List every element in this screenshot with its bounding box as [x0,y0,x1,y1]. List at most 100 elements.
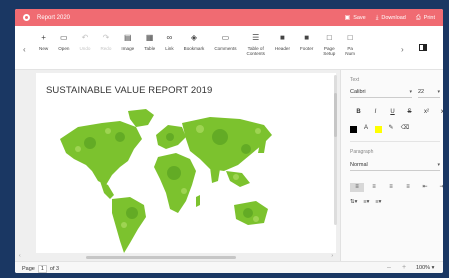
footer-label: Footer [300,46,314,51]
undo-label: Undo [79,46,91,51]
horizontal-scrollbar[interactable]: ‹ › [19,253,333,259]
page-number-input[interactable]: 1 [37,265,47,273]
panel-divider [350,141,440,142]
save-label: Save [353,14,366,21]
world-map-image [60,109,272,253]
chevron-right-icon[interactable]: › [401,46,404,54]
print-label: Print [423,14,435,21]
underline-icon[interactable]: U [384,108,401,117]
scroll-right-icon[interactable]: › [331,253,333,259]
page-setup-label: Page Setup [323,46,336,56]
chevron-down-icon: ▾ [409,89,412,95]
redo-icon: ↷ [102,33,110,42]
scroll-left-icon[interactable]: ‹ [19,253,21,259]
new-label: New [39,46,49,51]
color-buttons: A ✎ ⌫ [350,124,410,133]
toc-label: Table of Contents [246,46,265,56]
image-icon: ▤ [124,33,132,42]
footer-button[interactable]: ■ Footer [300,33,313,56]
document-heading: SUSTAINABLE VALUE REPORT 2019 [46,85,213,96]
font-size-select[interactable]: 22 ▾ [418,88,440,98]
download-button[interactable]: ⤓ Download [376,15,406,21]
paragraph-style-value: Normal [350,162,368,168]
redo-button[interactable]: ↷ Redo [100,33,111,56]
numbered-list-icon[interactable]: ≡▾ [375,199,381,205]
bookmark-button[interactable]: ◈ Bookmark [184,33,205,56]
link-button[interactable]: ∞ Link [165,33,173,56]
image-label: Image [121,46,135,51]
highlight-color-swatch[interactable] [375,125,382,133]
align-justify-icon[interactable]: ≡ [401,183,415,192]
subscript-icon[interactable]: x₂ [435,108,443,117]
page-label: Page [22,266,35,272]
zoom-out-icon[interactable]: – [387,264,391,271]
indent-decrease-icon[interactable]: ⇤ [418,183,432,192]
superscript-icon[interactable]: x² [418,108,435,117]
align-right-icon[interactable]: ≡ [384,183,398,192]
table-of-contents-button[interactable]: ☰ Table of Contents [247,33,265,56]
bookmark-label: Bookmark [183,46,205,51]
header-label: Header [274,46,290,51]
open-button[interactable]: ▭ Open [58,33,69,56]
print-button[interactable]: ⎙ Print [416,15,435,21]
zoom-in-icon[interactable]: + [402,264,406,271]
format-panel: Text Calibri ▾ 22 ▾ B I U S x² x₂ A ✎ ⌫ … [340,70,443,261]
header-icon: ■ [280,33,285,42]
chevron-down-icon: ▾ [437,162,440,168]
paragraph-style-select[interactable]: Normal ▾ [350,161,440,171]
title-bar: Report 2020 ▣ Save ⤓ Download ⎙ Print [15,9,443,26]
folder-icon: ▭ [60,33,68,42]
strikethrough-icon[interactable]: S [401,108,418,117]
title-actions: ▣ Save ⤓ Download ⎙ Print [345,9,435,26]
footer-icon: ■ [304,33,310,42]
chevron-left-icon[interactable]: ‹ [23,46,26,54]
highlighter-icon[interactable]: ✎ [386,124,396,133]
vertical-scroll-thumb[interactable] [334,93,337,137]
horizontal-scroll-thumb[interactable] [86,256,236,259]
zoom-value: 100% [416,265,431,271]
page-total: of 3 [49,266,60,272]
align-left-icon[interactable]: ≡ [350,183,364,192]
text-section-label: Text [350,77,360,83]
editor-window: Report 2020 ▣ Save ⤓ Download ⎙ Print ‹ … [15,9,443,273]
page-indicator: Page 1 of 3 [22,265,59,273]
bold-icon[interactable]: B [350,108,367,117]
text-format-buttons: B I U S x² x₂ [350,108,443,117]
vertical-scrollbar[interactable] [334,75,337,225]
app-logo-icon [23,14,30,21]
page-setup-button[interactable]: □ Page Setup [323,33,335,56]
bookmark-icon: ◈ [190,33,198,42]
toolbar-ribbon: ‹ + New ▭ Open ↶ Undo ↷ Redo ▤ Image ▦ T… [15,26,443,70]
italic-icon[interactable]: I [367,108,384,117]
redo-label: Redo [100,46,112,51]
zoom-select[interactable]: 100% ▾ [416,265,434,271]
download-icon: ⤓ [375,14,379,21]
indent-increase-icon[interactable]: ⇥ [435,183,443,192]
link-icon: ∞ [166,33,173,42]
bullet-list-icon[interactable]: ≡▾ [363,199,369,205]
table-button[interactable]: ▦ Table [144,33,155,56]
save-button[interactable]: ▣ Save [345,15,366,21]
header-button[interactable]: ■ Header [275,33,290,56]
font-family-value: Calibri [350,89,366,95]
table-label: Table [144,46,156,51]
document-page[interactable]: SUSTAINABLE VALUE REPORT 2019 [36,73,336,253]
font-color-icon[interactable]: A [361,124,371,133]
eraser-icon[interactable]: ⌫ [400,124,410,133]
page-number-button[interactable]: □ Pa Num [345,33,355,56]
page-setup-icon: □ [326,33,332,42]
document-name: Report 2020 [37,14,71,21]
font-color-swatch[interactable] [350,125,357,133]
alignment-buttons: ≡ ≡ ≡ ≡ ⇤ ⇥ [350,183,443,192]
font-family-select[interactable]: Calibri ▾ [350,88,412,98]
panel-toggle-icon[interactable] [419,44,427,51]
new-button[interactable]: + New [39,33,48,56]
comments-button[interactable]: ▭ Comments [214,33,236,56]
align-center-icon[interactable]: ≡ [367,183,381,192]
open-label: Open [58,46,70,51]
image-button[interactable]: ▤ Image [121,33,134,56]
undo-button[interactable]: ↶ Undo [79,33,90,56]
line-spacing-icon[interactable]: ⇅▾ [350,199,357,205]
table-icon: ▦ [145,33,154,42]
ribbon-tools: + New ▭ Open ↶ Undo ↷ Redo ▤ Image ▦ Tab… [39,33,365,56]
